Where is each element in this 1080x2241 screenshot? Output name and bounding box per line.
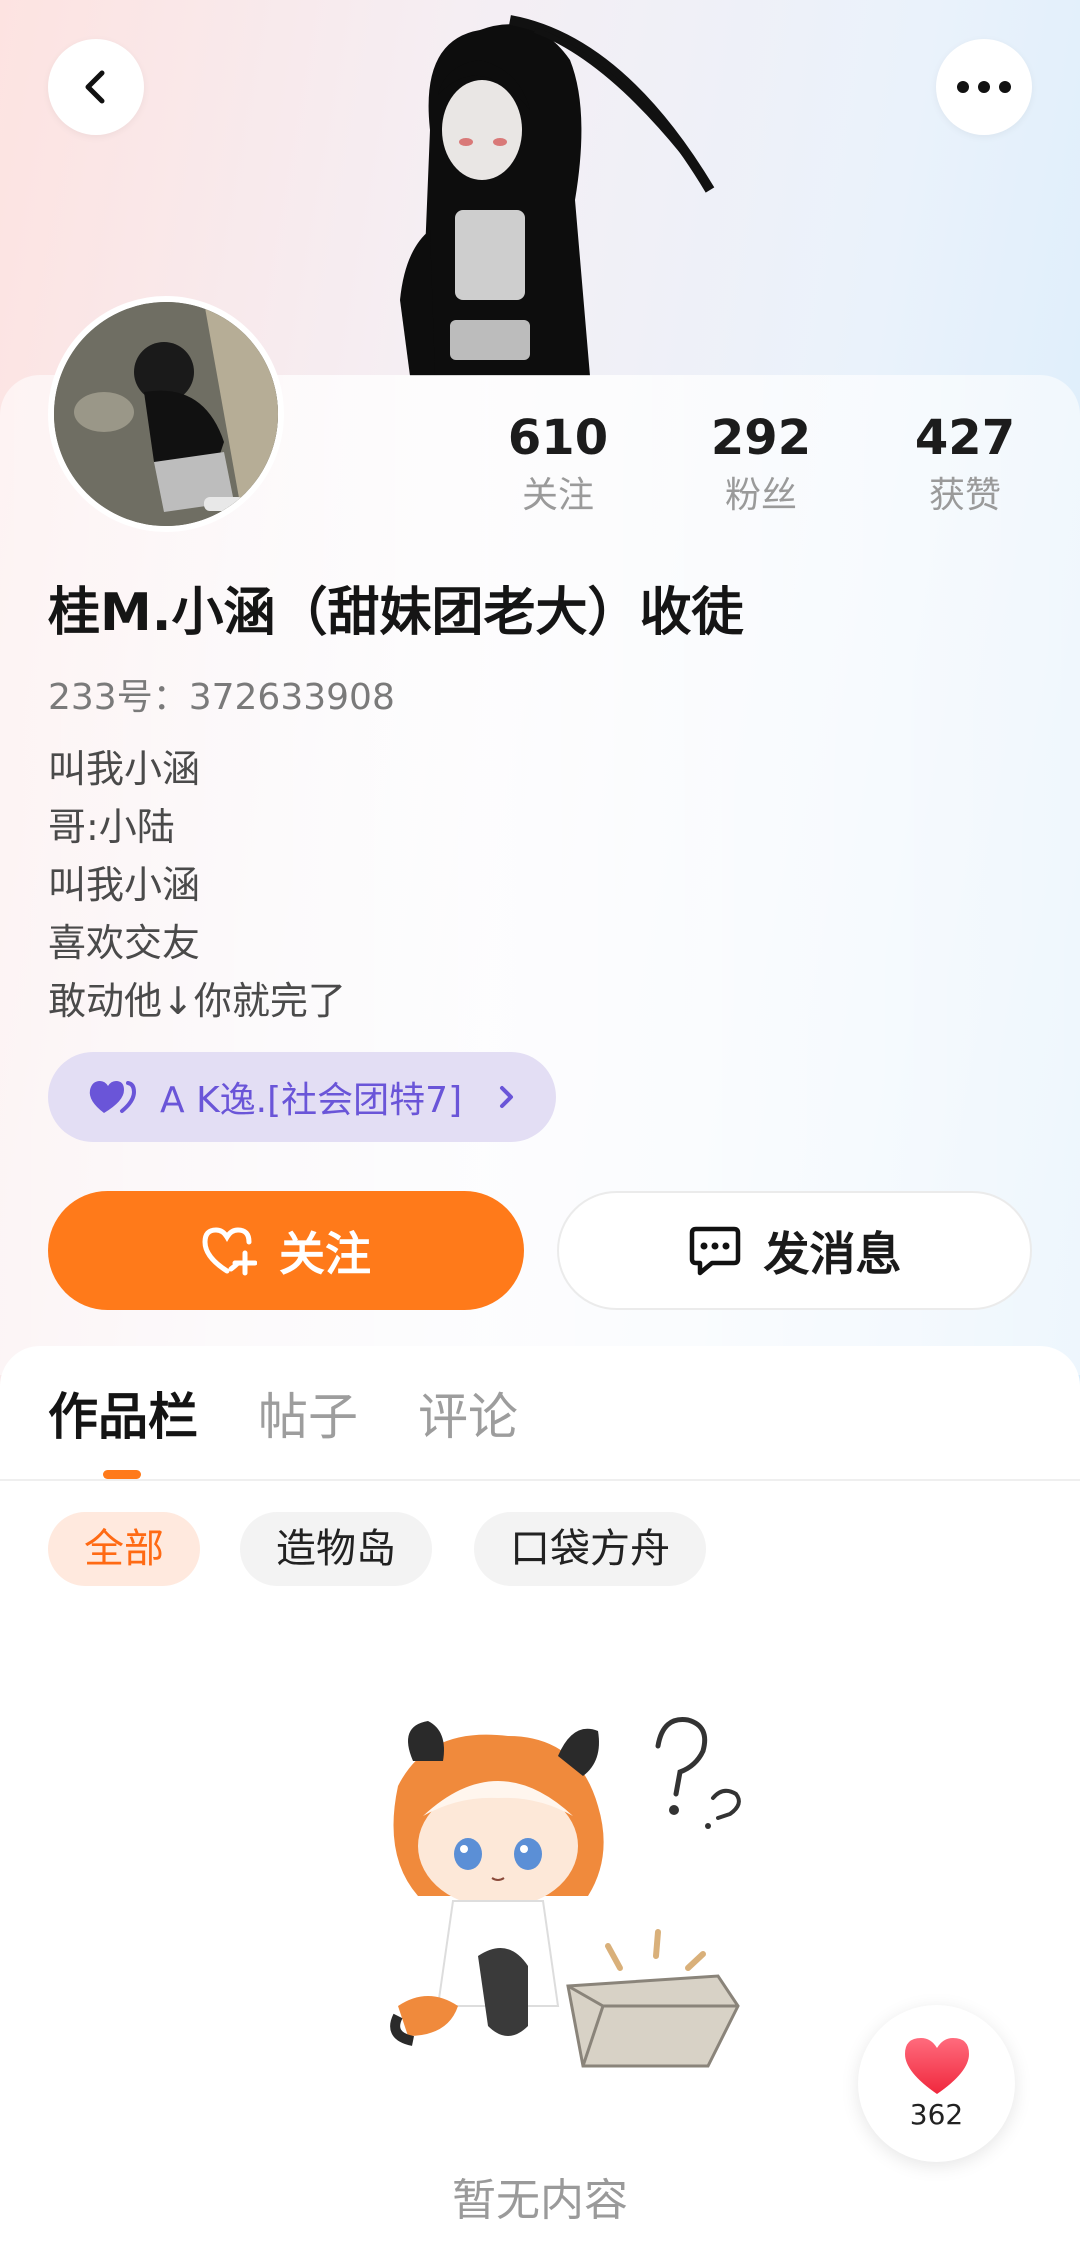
like-count: 362 bbox=[909, 2098, 964, 2131]
more-options-button[interactable] bbox=[936, 39, 1032, 135]
tab-divider bbox=[0, 1479, 1080, 1481]
empty-state-illustration bbox=[390, 1717, 741, 2068]
bio-line: 喜欢交友 bbox=[48, 921, 201, 965]
stat-following[interactable]: 610 关注 bbox=[478, 408, 638, 520]
user-id: 233号：372633908 bbox=[48, 677, 395, 718]
chevron-right-icon bbox=[500, 1086, 513, 1108]
relation-chip-label: A K逸.[社会团特7] bbox=[160, 1080, 463, 1121]
more-dots-icon bbox=[957, 81, 1011, 93]
stat-fans-value: 292 bbox=[710, 410, 812, 466]
tab-active-indicator bbox=[103, 1470, 141, 1479]
tab-posts[interactable]: 帖子 bbox=[258, 1382, 358, 1452]
filter-all[interactable]: 全部 bbox=[48, 1512, 200, 1586]
stat-following-label: 关注 bbox=[521, 475, 594, 516]
bio-line: 哥:小陆 bbox=[48, 805, 175, 849]
double-heart-icon bbox=[89, 1081, 137, 1113]
back-button[interactable] bbox=[48, 39, 144, 135]
message-button-label: 发消息 bbox=[763, 1226, 902, 1281]
heart-plus-icon bbox=[202, 1226, 257, 1275]
filter-island[interactable]: 造物岛 bbox=[240, 1512, 432, 1586]
username: 桂M.小涵（甜妹团老大）收徒 bbox=[48, 583, 744, 643]
heart-icon bbox=[904, 2038, 969, 2094]
avatar[interactable] bbox=[48, 296, 284, 532]
bio-line: 叫我小涵 bbox=[48, 863, 201, 907]
stat-fans-label: 粉丝 bbox=[724, 475, 797, 516]
bio: 叫我小涵 哥:小陆 叫我小涵 喜欢交友 敢动他↓你就完了 bbox=[48, 740, 346, 1030]
chat-bubble-icon bbox=[689, 1226, 740, 1275]
empty-state-text: 暂无内容 bbox=[452, 2175, 628, 2226]
like-button[interactable]: 362 bbox=[858, 2005, 1015, 2162]
filter-ark[interactable]: 口袋方舟 bbox=[474, 1512, 706, 1586]
stat-likes-value: 427 bbox=[914, 410, 1016, 466]
avatar-image bbox=[54, 302, 278, 526]
relation-chip[interactable]: A K逸.[社会团特7] bbox=[48, 1052, 556, 1142]
profile-page: 610 关注 292 粉丝 427 获赞 桂M.小涵（甜妹团老大）收徒 233号… bbox=[0, 0, 1080, 2241]
stat-likes[interactable]: 427 获赞 bbox=[885, 408, 1045, 520]
follow-button[interactable]: 关注 bbox=[48, 1191, 524, 1310]
bio-line: 敢动他↓你就完了 bbox=[48, 979, 346, 1023]
tab-comments[interactable]: 评论 bbox=[418, 1382, 518, 1452]
stat-likes-label: 获赞 bbox=[928, 475, 1001, 516]
stat-following-value: 610 bbox=[507, 410, 609, 466]
follow-button-label: 关注 bbox=[279, 1226, 371, 1281]
chevron-left-icon bbox=[85, 70, 105, 104]
tab-works[interactable]: 作品栏 bbox=[48, 1382, 198, 1452]
message-button[interactable]: 发消息 bbox=[557, 1191, 1032, 1310]
banner-character-image bbox=[400, 15, 715, 376]
stat-fans[interactable]: 292 粉丝 bbox=[681, 408, 841, 520]
bio-line: 叫我小涵 bbox=[48, 747, 201, 791]
